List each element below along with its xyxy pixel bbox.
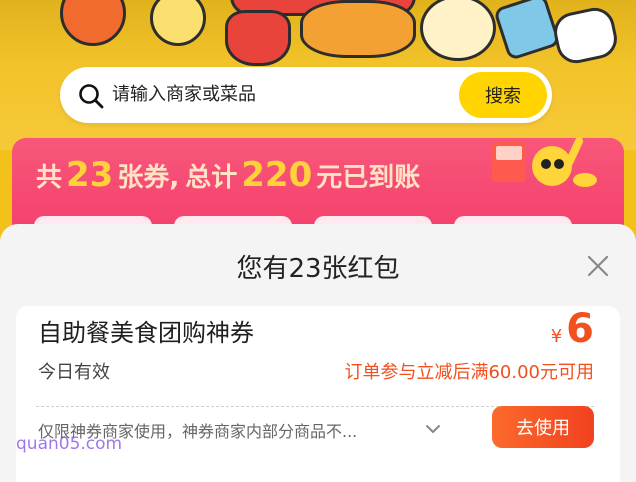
coupon-summary-text: 共 23 张券, 总计 220 元已到账 <box>36 155 420 199</box>
food-illustration-drink <box>492 0 562 62</box>
chevron-down-icon[interactable] <box>424 420 442 438</box>
search-button[interactable]: 搜索 <box>459 72 547 118</box>
coupon-amount: 6 <box>566 306 594 352</box>
total-prefix: 总计 <box>185 163 238 193</box>
currency-symbol: ¥ <box>550 326 563 347</box>
mascot-illustration <box>492 137 597 187</box>
coupon-name: 自助餐美食团购神券 <box>38 319 254 347</box>
total-amount: 220 <box>241 155 313 195</box>
total-suffix: 元已到账 <box>316 163 421 193</box>
coupon-condition: 订单参与立减后满60.00元可用 <box>344 362 594 383</box>
food-illustration-icecream <box>550 4 621 67</box>
coupon-count-unit: 张券, <box>117 163 180 193</box>
watermark: quan05.com <box>16 434 123 454</box>
close-icon[interactable] <box>586 254 610 278</box>
coupon-validity: 今日有效 <box>38 362 110 383</box>
coupon-value: ¥ 6 <box>551 306 594 354</box>
use-coupon-button[interactable]: 去使用 <box>492 406 594 448</box>
food-illustration-noodles <box>420 0 496 61</box>
sheet-title: 您有23张红包 <box>236 254 400 284</box>
summary-prefix: 共 <box>36 163 63 193</box>
search-input[interactable] <box>112 80 452 110</box>
food-illustration-orange <box>60 0 126 46</box>
search-icon <box>79 84 104 109</box>
search-bar: 搜索 <box>60 67 552 123</box>
coupon-card: 自助餐美食团购神券 ¥ 6 今日有效 订单参与立减后满60.00元可用 仅限神券… <box>16 306 620 482</box>
food-illustration-red <box>225 10 291 66</box>
coupon-count: 23 <box>66 155 114 195</box>
food-illustration-burger <box>300 0 416 58</box>
food-illustration-yellow <box>150 0 206 46</box>
